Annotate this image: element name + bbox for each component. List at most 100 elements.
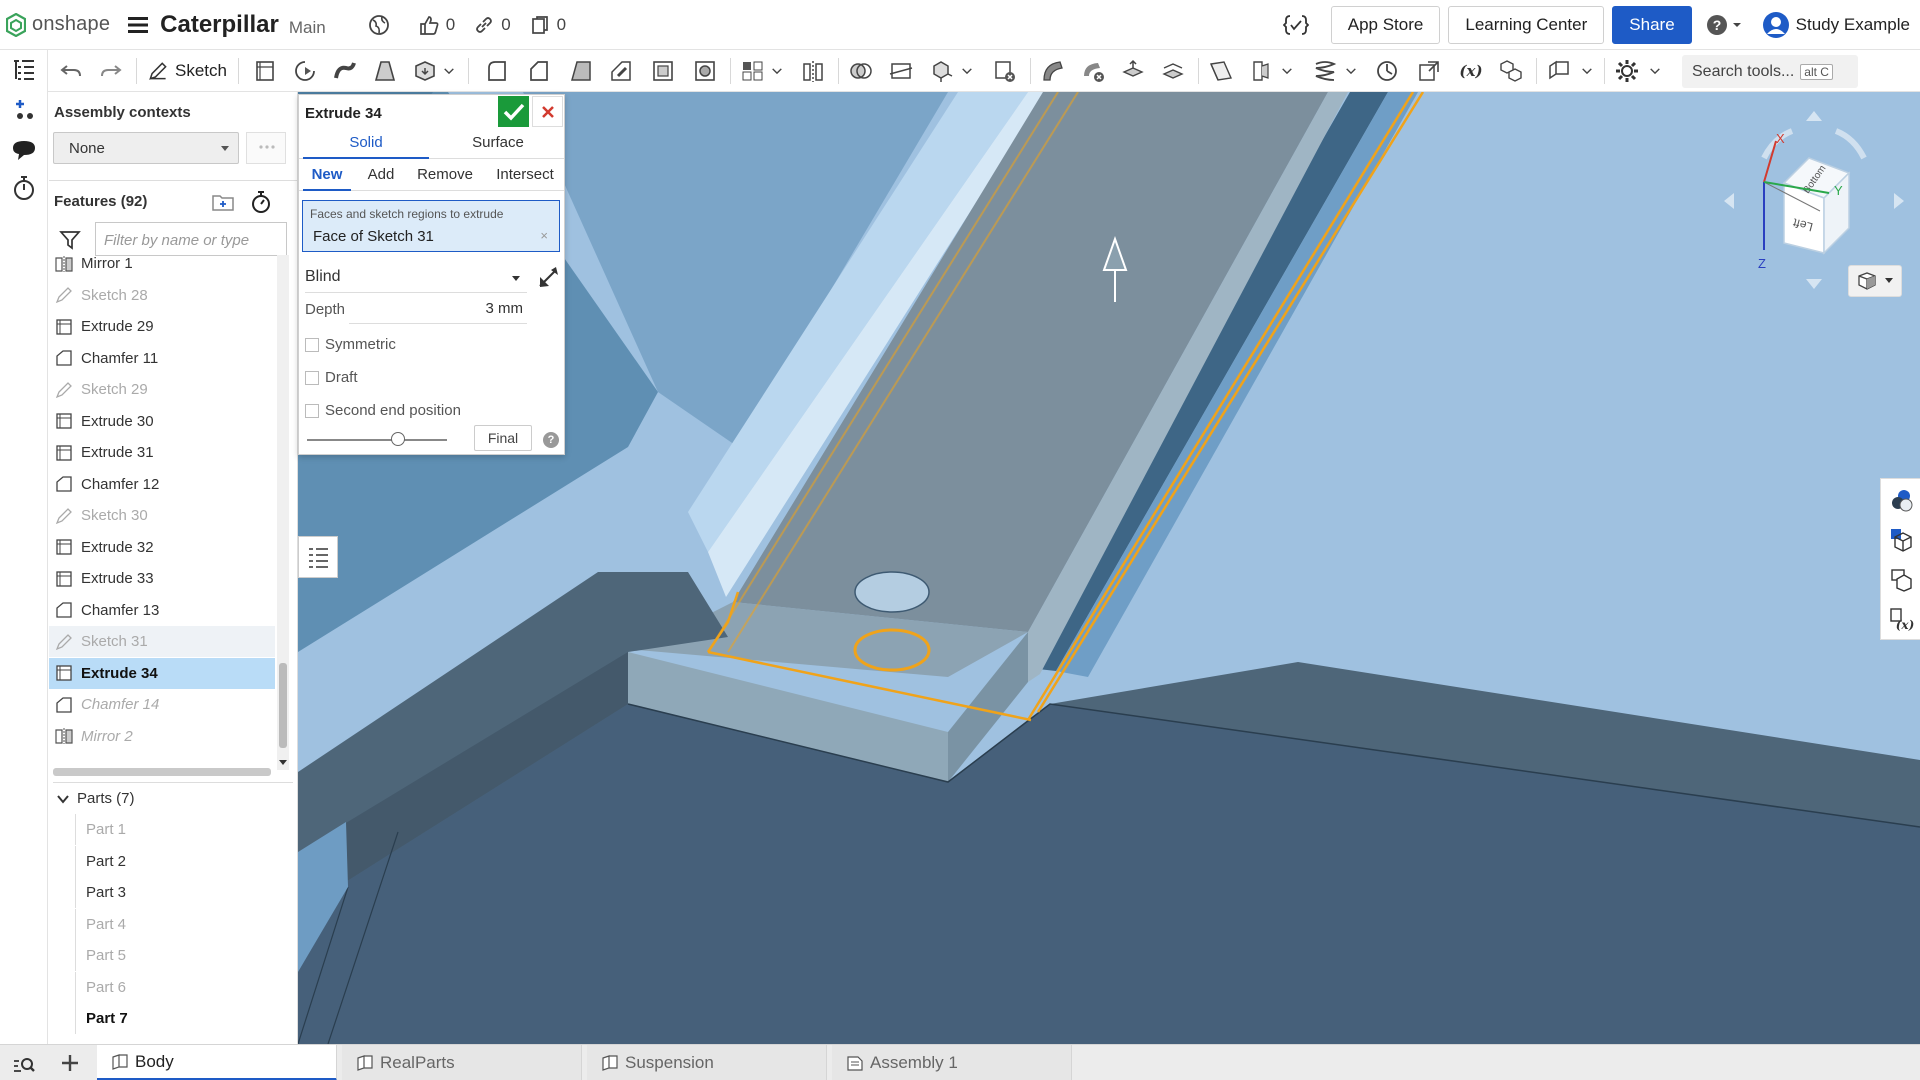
feature-item[interactable]: Sketch 30 [49, 500, 275, 531]
tab-solid[interactable]: Solid [303, 129, 429, 159]
feature-item[interactable]: Extrude 32 [49, 532, 275, 563]
tab-remove[interactable]: Remove [411, 161, 479, 191]
more-solids-dropdown[interactable] [440, 56, 458, 86]
view-down-arrow-icon[interactable] [1806, 279, 1822, 289]
scroll-down-arrow-icon[interactable] [277, 758, 289, 768]
like-button[interactable]: 0 [418, 14, 455, 36]
transform-tool[interactable] [926, 56, 956, 86]
feature-item[interactable]: Chamfer 12 [49, 469, 275, 500]
assembly-context-select[interactable]: None [53, 132, 239, 164]
onshape-logo[interactable]: onshape [6, 12, 110, 37]
draft-checkbox[interactable]: Draft [305, 369, 358, 386]
replace-face-tool[interactable] [1158, 56, 1188, 86]
feature-item[interactable]: Extrude 34 [49, 657, 275, 689]
parts-list-header[interactable]: Parts (7) [53, 782, 293, 814]
mate-connector-dropdown[interactable] [1278, 56, 1296, 86]
move-face-tool[interactable] [1118, 56, 1148, 86]
variable-studio-button[interactable] [1282, 13, 1309, 37]
add-tab-button[interactable] [58, 1051, 82, 1075]
cancel-button[interactable] [532, 96, 563, 127]
curve-dropdown[interactable] [1342, 56, 1360, 86]
search-tools-input[interactable]: Search tools... alt C [1682, 55, 1858, 88]
document-tab[interactable]: Assembly 1 [832, 1045, 1072, 1080]
feature-list-horizontal-scrollbar[interactable] [53, 768, 271, 776]
rib-tool[interactable] [606, 56, 636, 86]
share-button[interactable]: Share [1612, 6, 1692, 44]
sheet-metal-dropdown[interactable] [1578, 56, 1596, 86]
dialog-help-button[interactable]: ? [543, 432, 559, 448]
part-item[interactable]: Part 5 [75, 940, 275, 971]
feature-list-toggle[interactable] [10, 56, 38, 84]
undo-button[interactable] [56, 56, 86, 86]
part-item[interactable]: Part 7 [75, 1003, 275, 1034]
rollback-slider-handle[interactable] [391, 432, 405, 446]
sweep-tool[interactable] [330, 56, 360, 86]
learning-center-button[interactable]: Learning Center [1448, 6, 1605, 44]
part-item[interactable]: Part 1 [75, 814, 275, 845]
sheet-metal-tool[interactable] [1544, 56, 1574, 86]
variables-panel-button[interactable]: (x) [1889, 607, 1915, 633]
symmetric-checkbox[interactable]: Symmetric [305, 336, 396, 353]
split-tool[interactable] [886, 56, 916, 86]
properties-panel-button[interactable] [1889, 527, 1915, 553]
flip-direction-button[interactable] [537, 265, 559, 289]
delete-part-tool[interactable] [990, 56, 1020, 86]
feature-item[interactable]: Mirror 2 [49, 721, 275, 752]
menu-button[interactable] [128, 16, 149, 34]
scrollbar-thumb[interactable] [279, 663, 287, 748]
document-tab[interactable]: Suspension [587, 1045, 827, 1080]
feature-item[interactable]: Mirror 1 [49, 255, 275, 279]
part-item[interactable]: Part 4 [75, 908, 275, 940]
custom-features-button[interactable] [1612, 56, 1642, 86]
checkbox-box[interactable] [305, 370, 319, 385]
history-button[interactable] [10, 174, 38, 202]
feature-list-scrollbar[interactable] [277, 255, 289, 770]
second-end-checkbox[interactable]: Second end position [305, 402, 461, 419]
rollback-slider-track[interactable] [307, 439, 447, 441]
part-item[interactable]: Part 3 [75, 877, 275, 908]
insert-button[interactable] [10, 96, 38, 124]
chamfer-tool[interactable] [524, 56, 554, 86]
plane-tool[interactable] [1206, 56, 1236, 86]
feature-item[interactable]: Extrude 33 [49, 563, 275, 594]
draft-tool[interactable] [566, 56, 596, 86]
helix-tool[interactable] [1310, 56, 1340, 86]
comments-button[interactable] [10, 136, 38, 164]
accept-button[interactable] [498, 96, 529, 127]
measure-tool[interactable] [1372, 56, 1402, 86]
feature-item[interactable]: Sketch 29 [49, 374, 275, 405]
feature-item[interactable]: Sketch 31 [49, 626, 275, 657]
feature-item[interactable]: Extrude 29 [49, 311, 275, 342]
mirror-tool[interactable] [798, 56, 828, 86]
mate-connector-tool[interactable] [1246, 56, 1276, 86]
tab-new[interactable]: New [303, 161, 351, 191]
feature-item[interactable]: Chamfer 14 [49, 689, 275, 720]
part-item[interactable]: Part 2 [75, 845, 275, 877]
part-item[interactable]: Part 6 [75, 971, 275, 1003]
assembly-context-more-button[interactable] [246, 132, 286, 164]
transform-dropdown[interactable] [958, 56, 976, 86]
user-menu[interactable]: Study Example [1762, 11, 1910, 39]
derived-tool[interactable] [1414, 56, 1444, 86]
modify-fillet-tool[interactable] [1038, 56, 1068, 86]
copies-button[interactable]: 0 [529, 14, 566, 36]
feature-item[interactable]: Extrude 30 [49, 406, 275, 437]
feature-item[interactable]: Extrude 31 [49, 437, 275, 468]
fillet-tool[interactable] [482, 56, 512, 86]
document-tab[interactable]: Body [97, 1045, 337, 1080]
view-left-arrow-icon[interactable] [1724, 193, 1734, 209]
sketch-button[interactable]: Sketch [146, 56, 228, 86]
delete-face-tool[interactable] [1078, 56, 1108, 86]
rollback-history-button[interactable] [249, 189, 273, 215]
shell-tool[interactable] [648, 56, 678, 86]
help-menu-button[interactable]: ? [1706, 14, 1742, 36]
boolean-tool[interactable] [846, 56, 876, 86]
clear-selection-button[interactable]: × [540, 228, 548, 243]
hole-tool[interactable] [690, 56, 720, 86]
variable-tool[interactable]: (x) [1456, 56, 1486, 86]
document-tab[interactable]: RealParts [342, 1045, 582, 1080]
tab-add[interactable]: Add [359, 161, 403, 191]
thicken-tool[interactable] [410, 56, 440, 86]
filter-button[interactable] [59, 230, 81, 250]
app-store-button[interactable]: App Store [1330, 6, 1441, 44]
